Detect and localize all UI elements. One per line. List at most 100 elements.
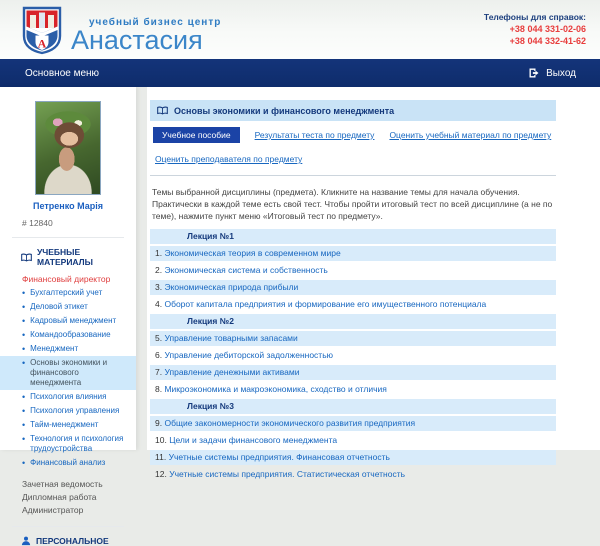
subject-label: Бухгалтерский учет [30, 288, 102, 298]
svg-text:А: А [38, 37, 47, 51]
sidebar-item-subject[interactable]: •Технология и психология трудоустройства [0, 432, 136, 456]
lecture-topic-row[interactable]: 3. Экономическая природа прибыли [150, 280, 556, 295]
tabs-row-2: Оценить преподавателя по предмету [155, 149, 556, 167]
tab-link[interactable]: Оценить преподавателя по предмету [155, 154, 302, 164]
phone-number-2: +38 044 332-41-62 [484, 35, 586, 47]
logout-label: Выход [546, 68, 576, 79]
materials-header-label: УЧЕБНЫЕ МАТЕРИАЛЫ [37, 247, 136, 267]
tab-active[interactable]: Учебное пособие [153, 127, 240, 143]
subject-label: Финансовый анализ [30, 458, 105, 468]
sidebar-item-subject[interactable]: • Командообразование [0, 328, 136, 342]
sidebar-item-extra[interactable]: Администратор [22, 504, 136, 517]
topic-link[interactable]: Общие закономерности экономического разв… [164, 418, 415, 428]
coat-of-arms-icon: А [22, 6, 62, 55]
sidebar-item-extra[interactable]: Дипломная работа [22, 491, 136, 504]
main-menu-button[interactable]: Основное меню [25, 68, 99, 79]
subject-label: Основы экономики и финансового менеджмен… [30, 358, 132, 388]
tabs-divider [150, 175, 556, 176]
tab-link[interactable]: Оценить учебный материал по предмету [389, 130, 551, 140]
sidebar-item-subject[interactable]: •Психология влияния [0, 390, 136, 404]
bullet-icon: • [22, 392, 25, 402]
book-icon [21, 253, 32, 262]
lecture-topic-row[interactable]: 9. Общие закономерности экономического р… [150, 416, 556, 431]
tabs-row-1: Учебное пособие Результаты теста по предм… [153, 127, 556, 143]
main-panel: Основы экономики и финансового менеджмен… [147, 87, 600, 450]
topic-link[interactable]: Оборот капитала предприятия и формирован… [164, 299, 486, 309]
sidebar-item-subject[interactable]: • Тайм-менеджмент [0, 418, 136, 432]
sidebar-divider [12, 237, 124, 238]
bullet-icon: • [22, 344, 25, 354]
bullet-icon: • [22, 288, 25, 298]
brand-name: Анастасия [71, 28, 221, 52]
sidebar-item-subject[interactable]: • Бухгалтерский учет [0, 286, 136, 300]
topic-number: 6. [155, 350, 162, 360]
topic-link[interactable]: Экономическая природа прибыли [164, 282, 298, 292]
materials-section-header: УЧЕБНЫЕ МАТЕРИАЛЫ [21, 247, 136, 267]
topic-link[interactable]: Экономическая теория в современном мире [164, 248, 340, 258]
tab-link[interactable]: Результаты теста по предмету [255, 130, 375, 140]
bullet-icon: • [22, 458, 25, 468]
topic-link[interactable]: Учетные системы предприятия. Статистичес… [169, 469, 405, 479]
sidebar-item-subject[interactable]: •Основы экономики и финансового менеджме… [0, 356, 136, 390]
lecture-topic-row[interactable]: 11. Учетные системы предприятия. Финансо… [150, 450, 556, 465]
user-id: # 12840 [22, 218, 136, 228]
topic-number: 7. [155, 367, 162, 377]
sidebar-item-extra[interactable]: Зачетная ведомость [22, 478, 136, 491]
sidebar-item-subject[interactable]: •Деловой этикет [0, 300, 136, 314]
book-icon [157, 106, 168, 115]
topic-number: 8. [155, 384, 162, 394]
sidebar-divider-2 [12, 526, 124, 527]
topic-number: 10. [155, 435, 167, 445]
bullet-icon: • [22, 434, 25, 454]
sidebar-item-subject[interactable]: •Кадровый менеджмент [0, 314, 136, 328]
lecture-topic-row[interactable]: 4. Оборот капитала предприятия и формиро… [150, 297, 556, 312]
topic-number: 4. [155, 299, 162, 309]
sidebar-item-subject[interactable]: • Менеджмент [0, 342, 136, 356]
topic-link[interactable]: Микроэкономика и макроэкономика, сходств… [164, 384, 386, 394]
lecture-header: Лекция №1 [150, 229, 556, 244]
lecture-topic-row[interactable]: 7. Управление денежными активами [150, 365, 556, 380]
topic-link[interactable]: Цели и задачи финансового менеджмента [169, 435, 337, 445]
bullet-icon: • [22, 316, 25, 326]
topic-link[interactable]: Управление дебиторской задолженностью [164, 350, 333, 360]
topic-link[interactable]: Учетные системы предприятия. Финансовая … [169, 452, 390, 462]
page-title: Основы экономики и финансового менеджмен… [174, 106, 394, 116]
lecture-topic-row[interactable]: 8. Микроэкономика и макроэкономика, сход… [150, 382, 556, 397]
lecture-topic-row[interactable]: 12. Учетные системы предприятия. Статист… [150, 467, 556, 482]
bullet-icon: • [22, 330, 25, 340]
lecture-topic-row[interactable]: 10. Цели и задачи финансового менеджмент… [150, 433, 556, 448]
topic-link[interactable]: Экономическая система и собственность [164, 265, 327, 275]
topic-number: 1. [155, 248, 162, 258]
phone-number-1: +38 044 331-02-06 [484, 23, 586, 35]
subject-label: Деловой этикет [30, 302, 88, 312]
role-label: Финансовый директор [22, 274, 136, 284]
intro-text: Темы выбранной дисциплины (предмета). Кл… [152, 186, 554, 222]
topic-link[interactable]: Управление денежными активами [164, 367, 299, 377]
subject-label: Менеджмент [30, 344, 78, 354]
extra-list: Зачетная ведомостьДипломная работаАдмини… [22, 478, 136, 517]
topic-number: 9. [155, 418, 162, 428]
lecture-topic-row[interactable]: 1. Экономическая теория в современном ми… [150, 246, 556, 261]
sidebar-item-subject[interactable]: •Психология управления [0, 404, 136, 418]
phones-label: Телефоны для справок: [484, 11, 586, 23]
subject-label: Технология и психология трудоустройства [30, 434, 132, 454]
subject-label: Командообразование [30, 330, 110, 340]
top-menubar: Основное меню Выход [0, 59, 600, 87]
topic-link[interactable]: Управление товарными запасами [164, 333, 297, 343]
subject-label: Тайм-менеджмент [30, 420, 98, 430]
personal-section-header[interactable]: ПЕРСОНАЛЬНОЕ [21, 536, 136, 546]
user-name-link[interactable]: Петренко Марія [0, 201, 136, 211]
bullet-icon: • [22, 420, 25, 430]
topic-number: 3. [155, 282, 162, 292]
user-avatar[interactable] [35, 101, 101, 195]
lecture-header: Лекция №3 [150, 399, 556, 414]
lecture-topic-row[interactable]: 5. Управление товарными запасами [150, 331, 556, 346]
topic-number: 12. [155, 469, 167, 479]
sidebar-item-subject[interactable]: • Финансовый анализ [0, 456, 136, 470]
lecture-topic-row[interactable]: 6. Управление дебиторской задолженностью [150, 348, 556, 363]
topic-number: 11. [155, 452, 166, 462]
subject-label: Психология управления [30, 406, 119, 416]
lecture-topic-row[interactable]: 2. Экономическая система и собственность [150, 263, 556, 278]
logo[interactable]: А учебный бизнес центр Анастасия [22, 6, 221, 55]
logout-button[interactable]: Выход [528, 67, 576, 79]
